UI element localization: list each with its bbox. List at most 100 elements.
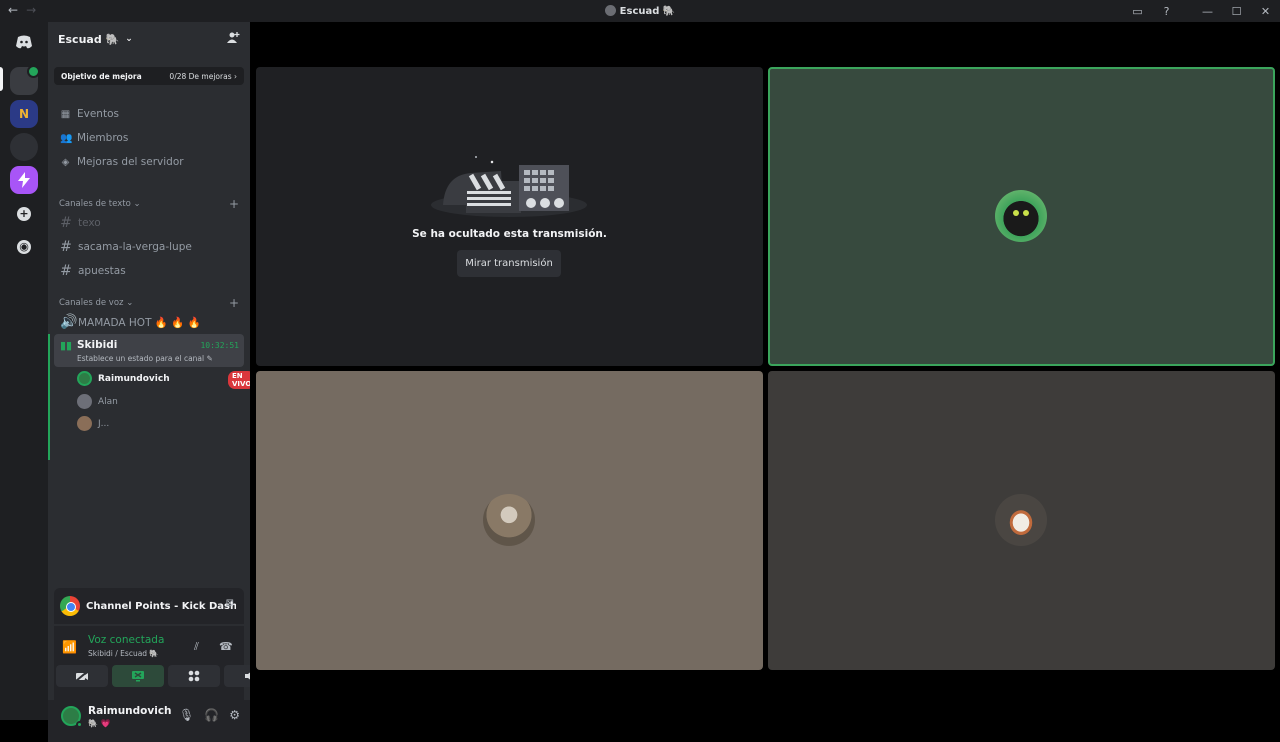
- active-voice-indicator: [48, 334, 50, 460]
- boost-progress-text: 0/28 De mejoras: [169, 71, 232, 81]
- server-icon-3[interactable]: [10, 133, 38, 161]
- activities-button[interactable]: [168, 665, 220, 687]
- server-rail: N + ◉: [0, 22, 48, 720]
- voice-user-j[interactable]: J...: [77, 416, 109, 431]
- inbox-icon[interactable]: ▭: [1123, 5, 1152, 18]
- voice-stage: Se ha ocultado esta transmisión. Mirar t…: [250, 22, 1280, 720]
- nav-members[interactable]: 👥 Miembros: [60, 132, 128, 144]
- nav-members-label: Miembros: [77, 132, 129, 144]
- voice-timer: 10:32:51: [200, 341, 239, 350]
- participant-tile-speaking[interactable]: [768, 67, 1275, 366]
- boost-goal-progress: 0/28 De mejoras ›: [169, 72, 237, 81]
- voice-user-alan[interactable]: Alan: [77, 394, 118, 409]
- window-title: Escuad 🐘: [0, 5, 1280, 17]
- add-server-icon[interactable]: +: [10, 200, 38, 228]
- channel-label: MAMADA HOT 🔥 🔥 🔥: [78, 316, 201, 329]
- hash-icon: #: [60, 215, 72, 231]
- user-panel: Raimundovich 🐘 💗 🎙 🎧 ⚙: [48, 700, 250, 742]
- speaker-icon: 🔊: [60, 314, 78, 330]
- text-channel-apuestas[interactable]: # apuestas: [60, 263, 126, 279]
- hash-icon: #: [60, 239, 72, 255]
- invite-people-icon[interactable]: [227, 31, 240, 48]
- chevron-down-icon: ⌄: [125, 34, 133, 44]
- noise-suppression-icon[interactable]: ⫽: [194, 640, 199, 654]
- stop-stream-icon[interactable]: ⊠: [226, 598, 234, 609]
- boost-goal-bar[interactable]: Objetivo de mejora 0/28 De mejoras ›: [54, 67, 244, 85]
- screen-share-button[interactable]: [112, 665, 164, 687]
- server-header[interactable]: Escuad 🐘 ⌄: [48, 22, 250, 56]
- avatar: [77, 371, 92, 386]
- maximize-icon[interactable]: ☐: [1222, 5, 1251, 18]
- participant-tile-3[interactable]: [768, 371, 1275, 670]
- selected-server-pill: [0, 67, 3, 91]
- nav-server-boosts[interactable]: ◈ Mejoras del servidor: [60, 156, 184, 168]
- chevron-down-icon: ⌄: [126, 298, 134, 308]
- voice-active-icon: ▮▮: [60, 339, 73, 352]
- channel-status-prompt[interactable]: Establece un estado para el canal ✎: [77, 354, 213, 363]
- voice-channel-mamada-hot[interactable]: 🔊 MAMADA HOT 🔥 🔥 🔥: [60, 314, 201, 330]
- voice-user-name: Raimundovich: [98, 373, 170, 384]
- close-icon[interactable]: ✕: [1251, 5, 1280, 18]
- voice-category-label: Canales de voz: [59, 298, 124, 308]
- minimize-icon[interactable]: —: [1193, 5, 1222, 18]
- activity-title: Channel Points - Kick Dashboard - ...: [86, 600, 236, 612]
- server-icon-2[interactable]: N: [10, 100, 38, 128]
- text-channel-texo[interactable]: # texo: [60, 215, 101, 231]
- voice-channels-category[interactable]: Canales de voz ⌄ +: [59, 296, 239, 310]
- server-icon-escuad[interactable]: [10, 65, 40, 95]
- disconnect-icon[interactable]: ☎: [219, 640, 233, 653]
- calendar-icon: ▦: [60, 108, 71, 120]
- voice-user-raimundovich[interactable]: Raimundovich EN VIVO: [77, 371, 256, 389]
- channel-label: sacama-la-verga-lupe: [78, 241, 192, 253]
- boost-gem-icon: ◈: [61, 156, 70, 168]
- voice-connection-panel: 📶 Voz conectada Skibidi / Escuad 🐘: [54, 626, 244, 700]
- nav-boosts-label: Mejoras del servidor: [77, 156, 184, 168]
- clapperboard-illustration: [431, 156, 587, 217]
- user-status[interactable]: 🐘 💗: [88, 719, 110, 728]
- voice-connected-status[interactable]: Voz conectada: [88, 634, 164, 646]
- discover-icon[interactable]: ◉: [10, 233, 38, 261]
- discord-icon[interactable]: [10, 28, 38, 56]
- user-name[interactable]: Raimundovich: [88, 705, 172, 717]
- server-mini-avatar: [604, 5, 616, 16]
- voice-user-name: Alan: [98, 396, 118, 407]
- watch-stream-button[interactable]: Mirar transmisión: [457, 250, 561, 277]
- online-status-dot: [76, 721, 83, 728]
- signal-icon[interactable]: 📶: [62, 640, 77, 654]
- window-controls: ▭ ? — ☐ ✕: [1123, 0, 1280, 22]
- voice-location[interactable]: Skibidi / Escuad 🐘: [88, 649, 159, 658]
- voice-channel-skibidi[interactable]: ▮▮ Skibidi 10:32:51 Establece un estado …: [54, 334, 244, 367]
- hash-icon: #: [60, 263, 72, 279]
- participant-tile-2[interactable]: [256, 371, 763, 670]
- window-title-text: Escuad 🐘: [619, 6, 676, 17]
- nav-events[interactable]: ▦ Eventos: [60, 108, 119, 120]
- server-icon-4[interactable]: [10, 166, 38, 194]
- channel-label: apuestas: [78, 265, 126, 277]
- camera-off-button[interactable]: [56, 665, 108, 687]
- voice-channel-name: Skibidi: [77, 339, 118, 351]
- activity-panel[interactable]: Channel Points - Kick Dashboard - ... ⊠: [54, 588, 244, 624]
- text-channel-sacama[interactable]: # sacama-la-verga-lupe: [60, 239, 192, 255]
- avatar: [77, 416, 92, 431]
- chevron-right-icon: ›: [234, 71, 237, 81]
- voice-user-name: J...: [98, 418, 110, 429]
- text-channels-category[interactable]: Canales de texto ⌄ +: [59, 197, 239, 211]
- server-name: Escuad 🐘: [58, 32, 120, 46]
- channel-label: texo: [78, 217, 101, 229]
- help-icon[interactable]: ?: [1152, 5, 1181, 18]
- voice-action-buttons: [56, 665, 276, 687]
- chevron-down-icon: ⌄: [133, 199, 141, 209]
- stream-hidden-message: Se ha ocultado esta transmisión.: [412, 228, 607, 240]
- title-bar: ← → Escuad 🐘 ▭ ? — ☐ ✕: [0, 0, 1280, 22]
- nav-events-label: Eventos: [77, 108, 119, 120]
- chrome-icon: [60, 596, 80, 616]
- participant-avatar: [483, 494, 535, 546]
- participant-avatar: [995, 494, 1047, 546]
- add-text-channel-icon[interactable]: +: [229, 197, 239, 211]
- stream-tile-hidden[interactable]: Se ha ocultado esta transmisión. Mirar t…: [256, 67, 763, 366]
- add-voice-channel-icon[interactable]: +: [229, 296, 239, 310]
- boost-goal-label: Objetivo de mejora: [61, 71, 142, 81]
- channel-sidebar: Escuad 🐘 ⌄ Objetivo de mejora 0/28 De me…: [48, 22, 276, 742]
- participant-avatar: [995, 190, 1047, 242]
- add-server-glyph: +: [17, 207, 31, 221]
